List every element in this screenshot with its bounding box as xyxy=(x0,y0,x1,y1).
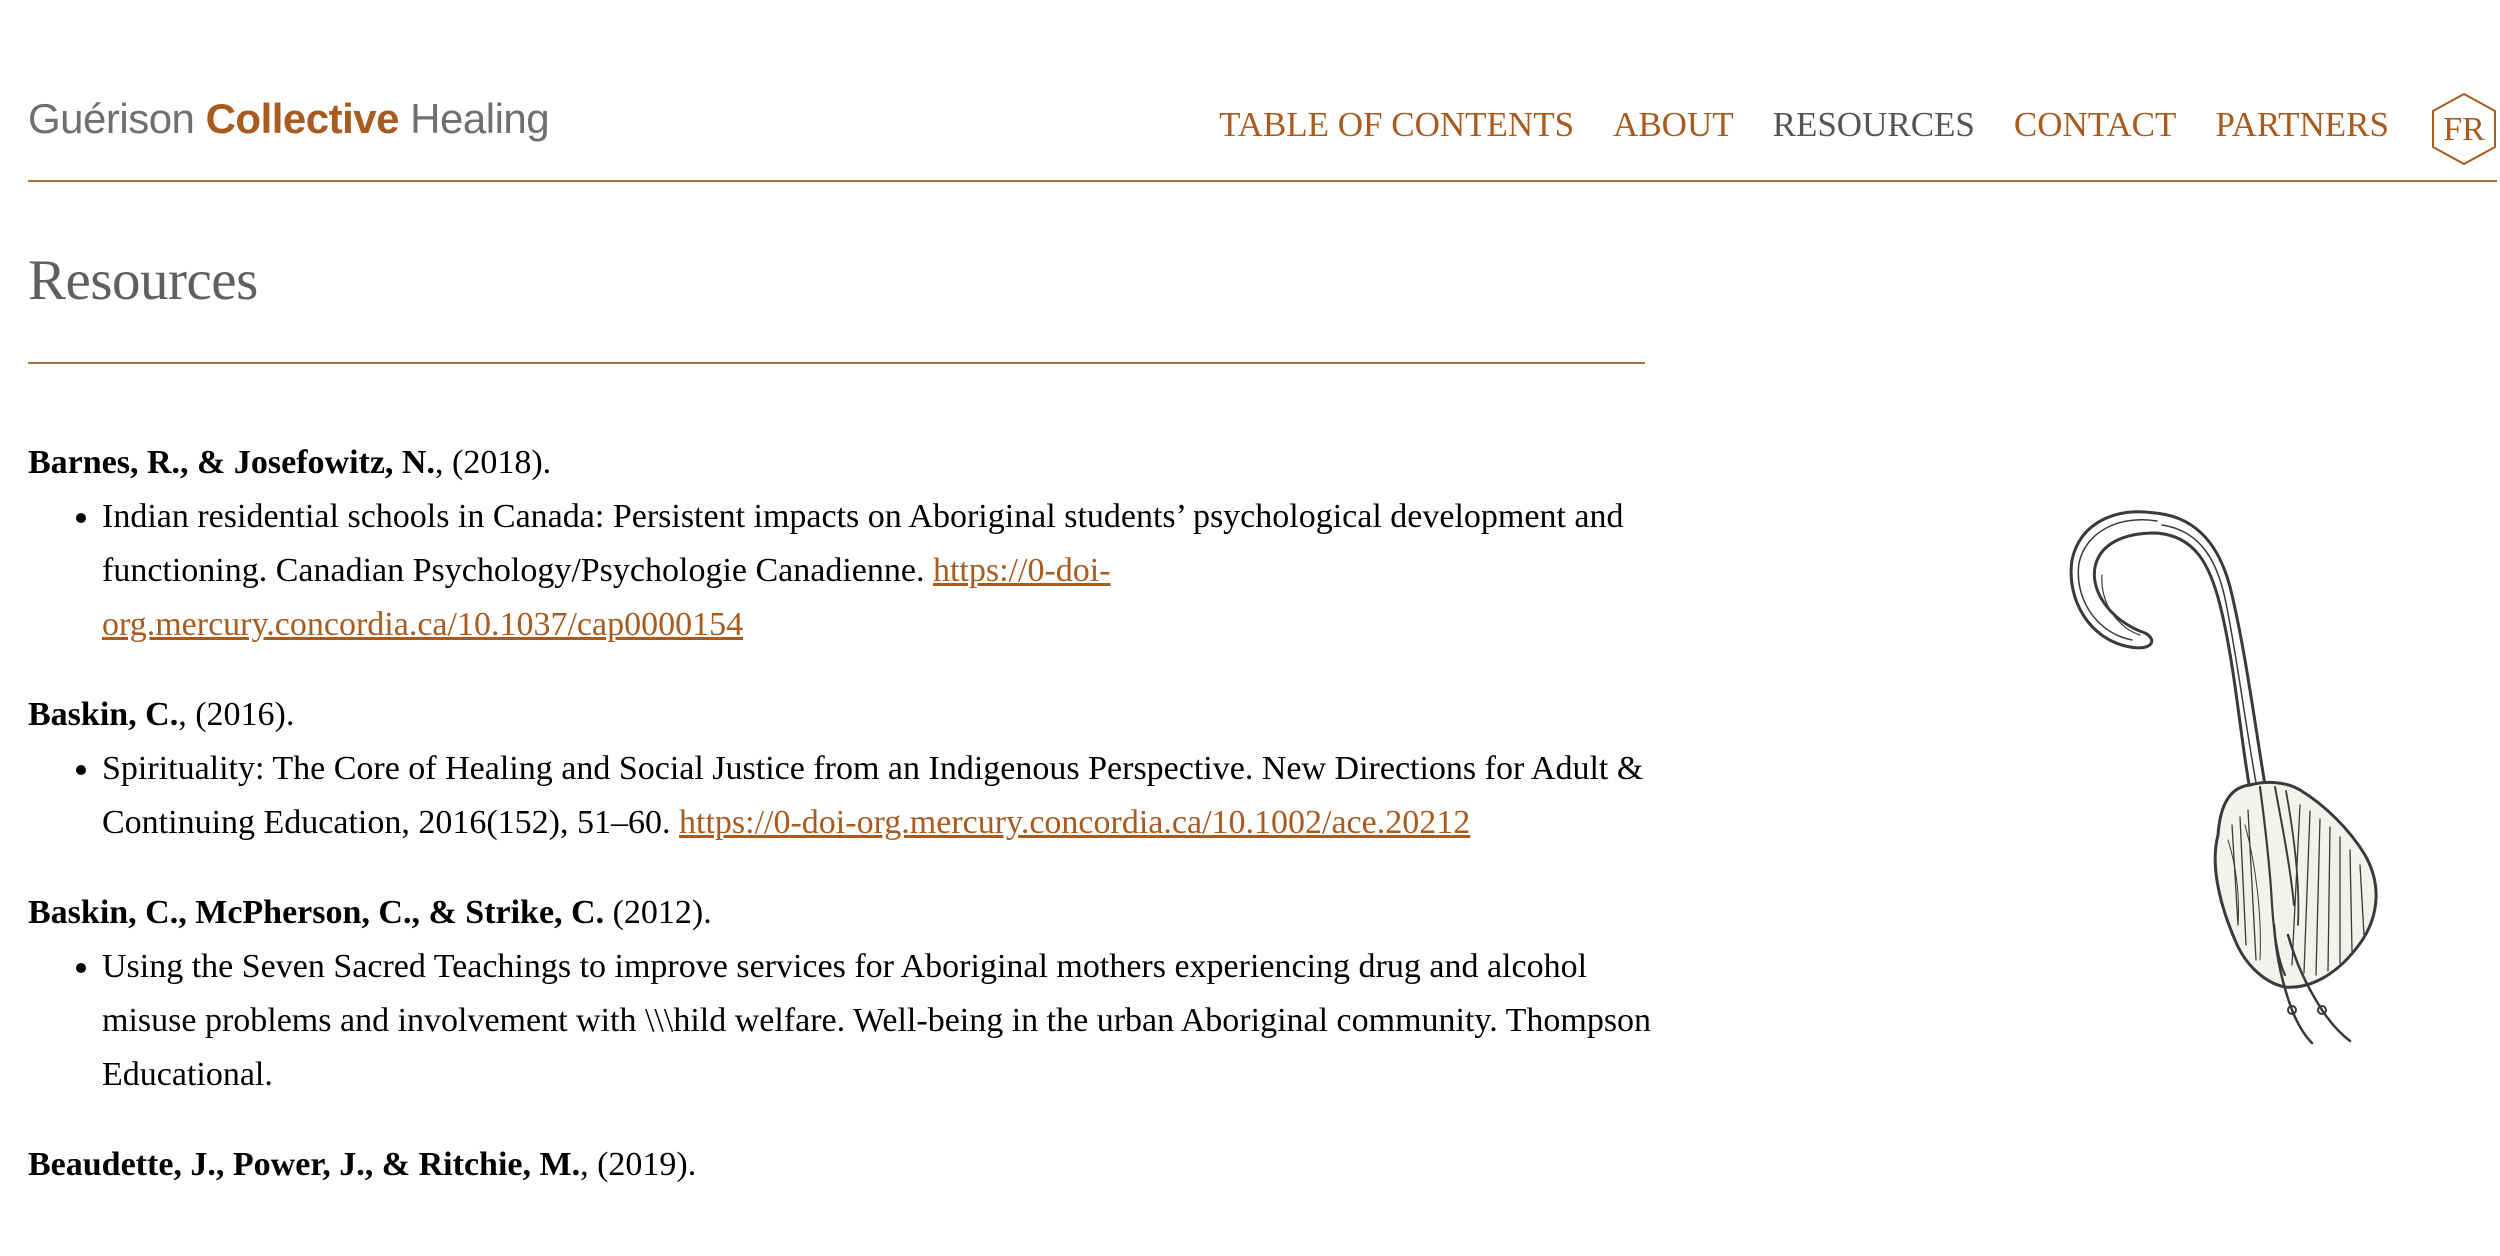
reference-item: Indian residential schools in Canada: Pe… xyxy=(102,490,1668,652)
reference-entry: Beaudette, J., Power, J., & Ritchie, M.,… xyxy=(28,1138,1668,1192)
language-toggle-label: FR xyxy=(2443,111,2485,148)
medicine-bag-illustration xyxy=(2060,505,2390,1045)
reference-description: Indian residential schools in Canada: Pe… xyxy=(102,498,1624,589)
main-nav: TABLE OF CONTENTS ABOUT RESOURCES CONTAC… xyxy=(1219,105,2389,145)
reference-year: , (2016). xyxy=(178,696,295,733)
logo-text-collective: Collective xyxy=(205,95,400,142)
page-title: Resources xyxy=(28,249,258,312)
reference-list: Barnes, R., & Josefowitz, N., (2018). In… xyxy=(28,436,1668,1228)
reference-item: Spirituality: The Core of Healing and So… xyxy=(102,742,1668,850)
reference-heading: Baskin, C., McPherson, C., & Strike, C. … xyxy=(28,886,1668,940)
reference-authors: Baskin, C. xyxy=(28,696,179,733)
nav-contact[interactable]: CONTACT xyxy=(2014,105,2176,145)
site-header: Guérison Collective Healing TABLE OF CON… xyxy=(28,0,2497,182)
logo-text-guerison: Guérison xyxy=(28,95,206,142)
site-logo[interactable]: Guérison Collective Healing xyxy=(28,95,550,143)
reference-doi-link[interactable]: https://0-doi-org.mercury.concordia.ca/1… xyxy=(679,804,1470,841)
reference-entry: Barnes, R., & Josefowitz, N., (2018). In… xyxy=(28,436,1668,652)
nav-resources[interactable]: RESOURCES xyxy=(1773,105,1975,145)
reference-heading: Baskin, C., (2016). xyxy=(28,688,1668,742)
medicine-bag-icon xyxy=(2069,510,2378,1045)
nav-table-of-contents[interactable]: TABLE OF CONTENTS xyxy=(1219,105,1574,145)
reference-authors: Beaudette, J., Power, J., & Ritchie, M. xyxy=(28,1146,581,1183)
reference-item: Using the Seven Sacred Teachings to impr… xyxy=(102,940,1668,1102)
reference-entry: Baskin, C., McPherson, C., & Strike, C. … xyxy=(28,886,1668,1102)
title-divider xyxy=(28,362,1645,364)
reference-entry: Baskin, C., (2016). Spirituality: The Co… xyxy=(28,688,1668,850)
reference-year: (2012). xyxy=(604,894,712,931)
reference-heading: Barnes, R., & Josefowitz, N., (2018). xyxy=(28,436,1668,490)
nav-partners[interactable]: PARTNERS xyxy=(2215,105,2389,145)
logo-text-healing: Healing xyxy=(399,95,550,142)
reference-year: , (2019). xyxy=(580,1146,697,1183)
nav-about[interactable]: ABOUT xyxy=(1613,105,1734,145)
reference-year: , (2018). xyxy=(435,444,552,481)
reference-heading: Beaudette, J., Power, J., & Ritchie, M.,… xyxy=(28,1138,1668,1192)
language-toggle-button[interactable]: FR xyxy=(2431,92,2497,166)
reference-authors: Baskin, C., McPherson, C., & Strike, C. xyxy=(28,894,605,931)
reference-description: Using the Seven Sacred Teachings to impr… xyxy=(102,948,1652,1093)
reference-authors: Barnes, R., & Josefowitz, N. xyxy=(28,444,435,481)
